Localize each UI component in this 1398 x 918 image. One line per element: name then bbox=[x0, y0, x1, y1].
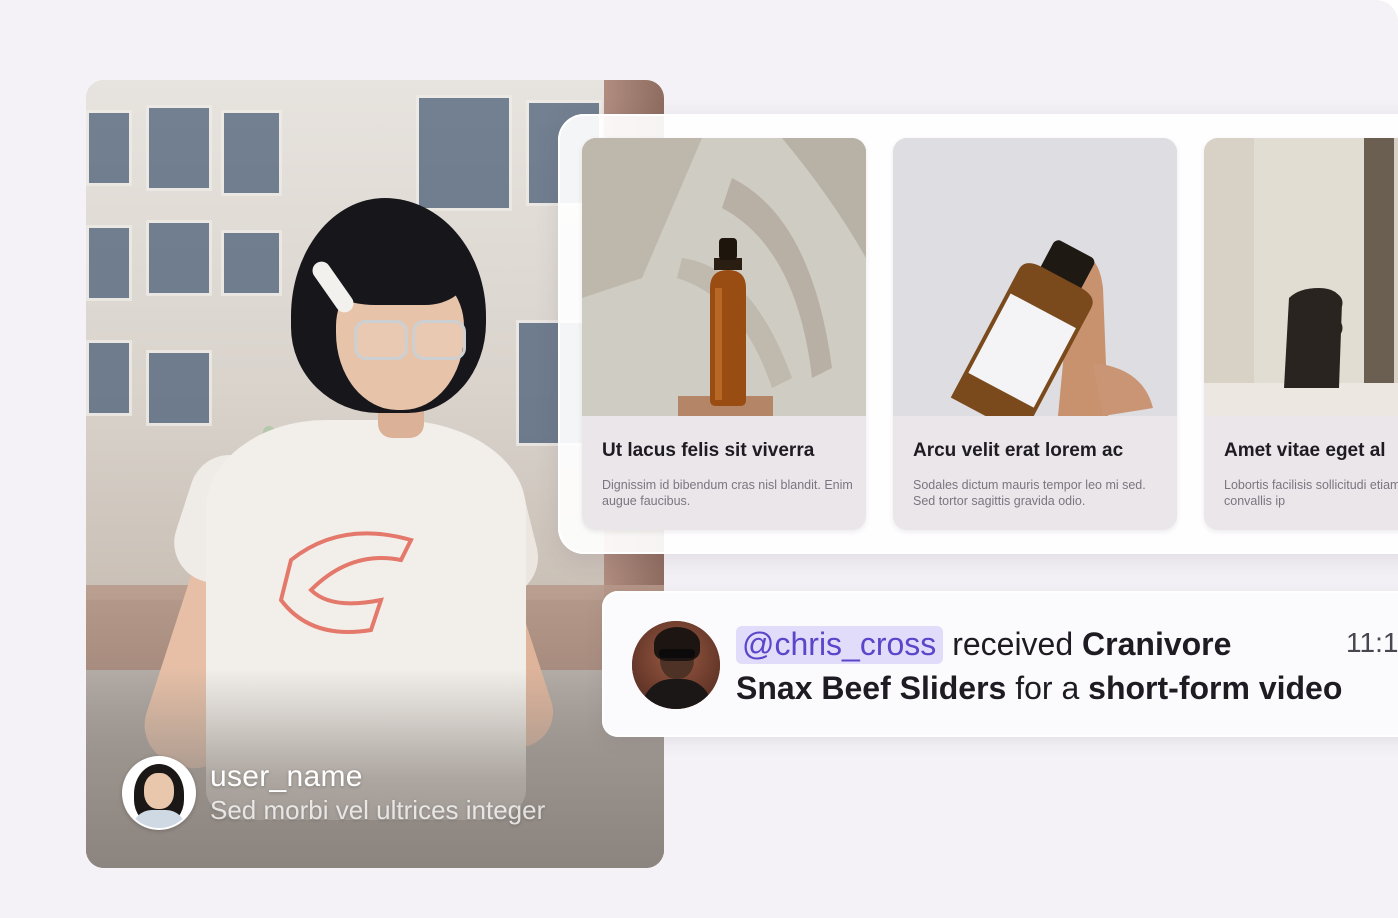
product-name-cont: Snax Beef Sliders bbox=[736, 670, 1007, 706]
product-description: Lobortis facilisis sollicitudi etiam nib… bbox=[1224, 478, 1398, 508]
notification-avatar[interactable] bbox=[632, 621, 720, 709]
product-title[interactable]: Amet vitae eget al bbox=[1224, 440, 1398, 462]
content-format: short-form video bbox=[1088, 670, 1343, 706]
user-avatar[interactable] bbox=[122, 756, 196, 830]
user-info: user_name Sed morbi vel ultrices integer bbox=[122, 755, 545, 831]
product-name: Cranivore bbox=[1082, 626, 1232, 662]
notification-connector: for a bbox=[1015, 670, 1080, 706]
product-card[interactable]: Ut lacus felis sit viverra Dignissim id … bbox=[582, 138, 866, 530]
canvas: user_name Sed morbi vel ultrices integer bbox=[0, 0, 1398, 918]
product-image bbox=[893, 138, 1177, 416]
mention-link[interactable]: @chris_cross bbox=[736, 626, 944, 664]
notification-message: @chris_cross received Cranivore Snax Bee… bbox=[736, 622, 1398, 710]
product-title[interactable]: Arcu velit erat lorem ac bbox=[913, 440, 1177, 462]
product-card[interactable]: Amet vitae eget al Lobortis facilisis so… bbox=[1204, 138, 1398, 530]
notification-time: 11:1 bbox=[1346, 627, 1398, 658]
notification-verb: received bbox=[952, 626, 1074, 662]
product-description: Sodales dictum mauris tempor leo mi sed.… bbox=[913, 478, 1146, 508]
product-image bbox=[582, 138, 866, 416]
user-subtitle: Sed morbi vel ultrices integer bbox=[210, 795, 546, 825]
activity-notification[interactable]: @chris_cross received Cranivore Snax Bee… bbox=[602, 591, 1398, 737]
user-name[interactable]: user_name bbox=[210, 760, 545, 794]
product-card[interactable]: Arcu velit erat lorem ac Sodales dictum … bbox=[893, 138, 1177, 530]
product-title[interactable]: Ut lacus felis sit viverra bbox=[602, 440, 866, 462]
product-image bbox=[1204, 138, 1398, 416]
product-description: Dignissim id bibendum cras nisl blandit.… bbox=[602, 478, 853, 508]
product-carousel: Ut lacus felis sit viverra Dignissim id … bbox=[558, 114, 1398, 554]
